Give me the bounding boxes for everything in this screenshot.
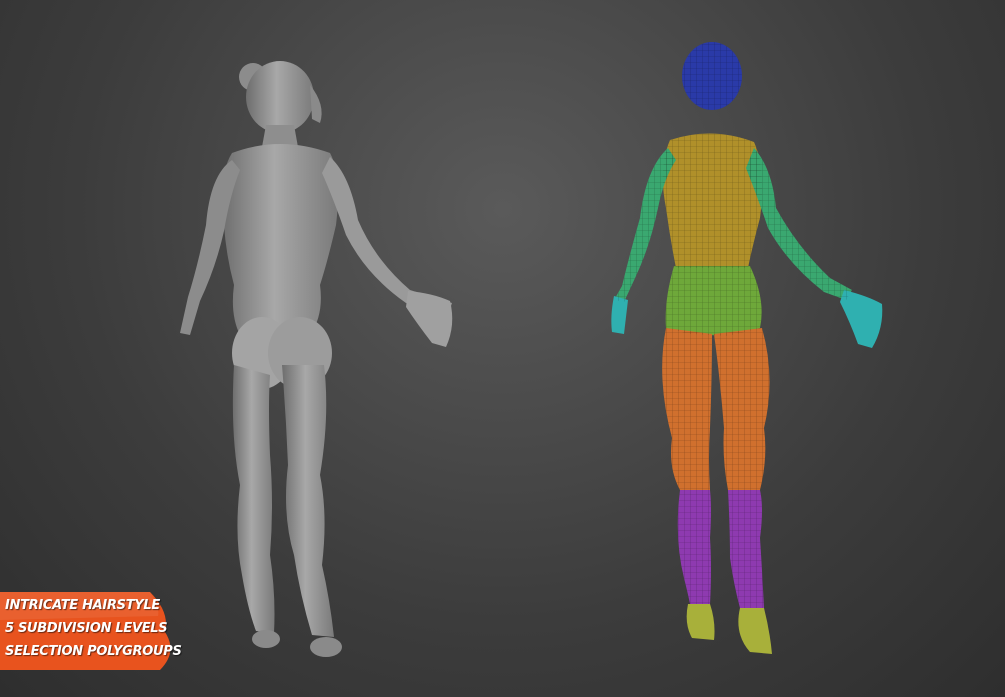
badge-line-hairstyle: INTRICATE HAIRSTYLE [5,598,160,613]
polygroup-figure [611,42,883,654]
right-hand [406,291,453,347]
viewport: INTRICATE HAIRSTYLE 5 SUBDIVISION LEVELS… [0,0,1005,697]
right-foot-polygroup [738,608,772,654]
badge-line-subdivision: 5 SUBDIVISION LEVELS [5,621,168,636]
left-leg [232,365,275,633]
right-arm [322,157,452,315]
ponytail [310,85,322,123]
left-hand-polygroup [611,296,628,334]
feature-badge: INTRICATE HAIRSTYLE 5 SUBDIVISION LEVELS… [0,592,182,670]
left-foot-polygroup [686,604,715,640]
head [246,61,314,133]
badge-line-polygroups: SELECTION POLYGROUPS [5,644,182,659]
torso [222,144,338,335]
sculpt-figure [180,61,453,657]
right-leg [282,365,334,637]
